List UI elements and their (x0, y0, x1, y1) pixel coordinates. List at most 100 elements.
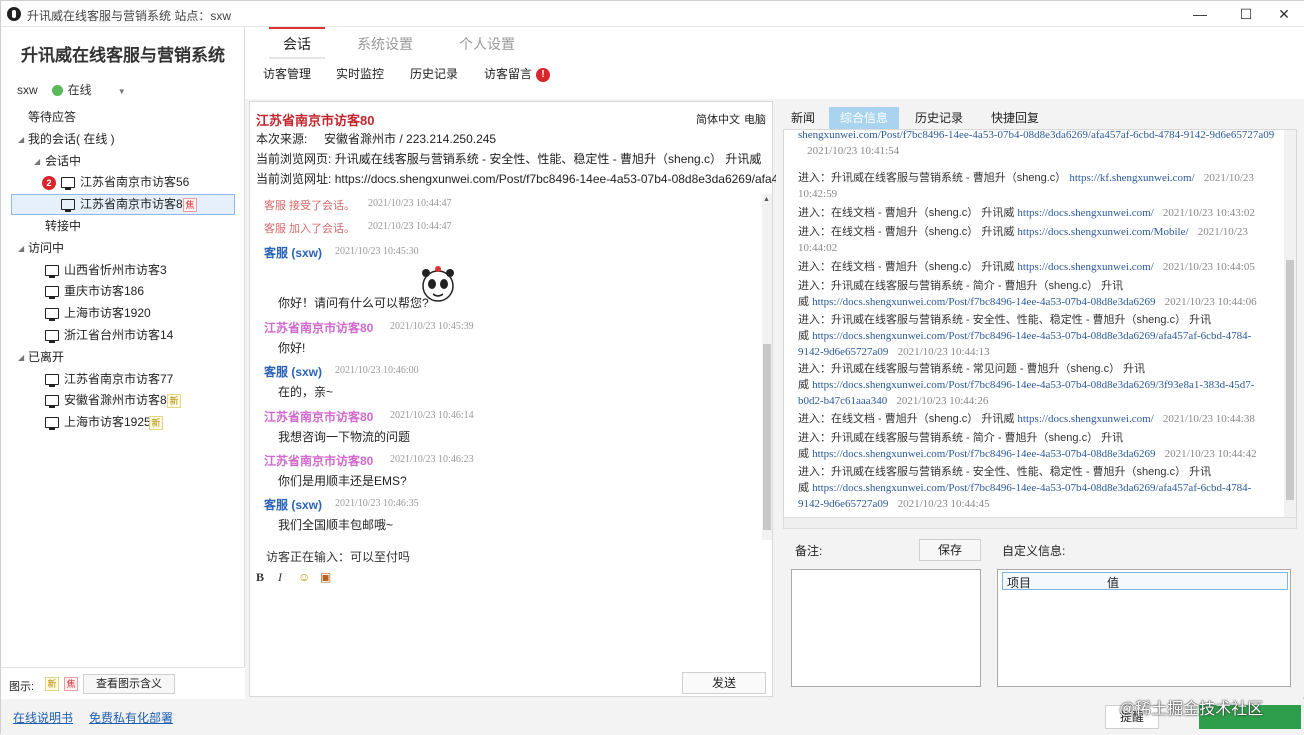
message-list[interactable]: 客服 接受了会话。 2021/10/23 10:44:47 客服 加入了会话。 … (250, 194, 772, 540)
new-tag: 新 (167, 394, 181, 409)
scroll-thumb[interactable] (763, 344, 771, 530)
left-item[interactable]: 上海市访客1925 新 (1, 412, 245, 434)
system-message: 客服 加入了会话。 (264, 223, 356, 235)
subtab-realtime-monitor[interactable]: 实时监控 (336, 65, 384, 82)
visitor-header: 江苏省南京市访客80 简体中文 电脑 本次来源: 安徽省滁州市 / 223.21… (250, 102, 776, 188)
minimize-button[interactable]: — (1185, 3, 1215, 25)
monitor-icon (45, 308, 59, 322)
visit-log[interactable]: shengxunwei.com/Post/f7bc8496-14ee-4a53-… (783, 129, 1297, 519)
log-text: 进入：在线文档 - 曹旭升（sheng.c） 升讯威 (798, 413, 1015, 425)
manual-link[interactable]: 在线说明书 (13, 709, 73, 726)
notes-textarea[interactable] (791, 569, 981, 687)
tree-node-in-session[interactable]: ◢ 会话中 (1, 151, 245, 173)
image-icon[interactable]: ▣ (320, 570, 331, 584)
log-url[interactable]: shengxunwei.com/Post/f7bc8496-14ee-4a53-… (798, 130, 1274, 141)
visitor-name: 江苏省南京市访客80 (256, 113, 375, 128)
chat-panel: 江苏省南京市访客80 简体中文 电脑 本次来源: 安徽省滁州市 / 223.21… (249, 101, 776, 697)
tab-history[interactable]: 历史记录 (907, 107, 971, 131)
collapse-icon[interactable]: ◢ (18, 238, 24, 260)
log-url[interactable]: https://docs.shengxunwei.com/Post/f7bc84… (798, 330, 1251, 358)
visitor-item[interactable]: 上海市访客1920 (1, 303, 245, 325)
log-text: 进入：升讯威在线客服与营销系统 - 曹旭升（sheng.c） (798, 172, 1067, 184)
tab-overview[interactable]: 综合信息 (829, 107, 899, 131)
chevron-down-icon[interactable]: ▼ (118, 87, 126, 96)
sidebar: 升讯威在线客服与营销系统 sxw 在线 ▼ 等待应答 ◢ 我的会话( 在线 ) ◢ 会话… (1, 27, 245, 699)
tab-personal-settings[interactable]: 个人设置 (457, 33, 517, 59)
tree-node-visiting[interactable]: ◢ 访问中 (1, 238, 245, 260)
message-time: 2021/10/23 10:46:00 (335, 365, 419, 376)
collapse-icon[interactable]: ◢ (34, 151, 40, 173)
tab-label: 会话 (283, 36, 311, 52)
scroll-thumb[interactable] (1286, 260, 1294, 500)
log-scrollbar[interactable] (1284, 130, 1296, 518)
scroll-up-icon[interactable]: ▲ (763, 196, 770, 203)
log-url[interactable]: https://docs.shengxunwei.com/Post/f7bc84… (812, 296, 1155, 308)
active-tab-indicator (269, 27, 325, 29)
session-item-selected[interactable]: 江苏省南京市访客80 焦 (1, 194, 245, 216)
device-label: 电脑 (744, 114, 766, 126)
log-url[interactable]: https://docs.shengxunwei.com/Post/f7bc84… (812, 448, 1155, 460)
subtab-visitor-management[interactable]: 访客管理 (263, 65, 311, 82)
close-button[interactable]: ✕ (1269, 3, 1299, 25)
tree-node-waiting[interactable]: 等待应答 (1, 107, 245, 129)
visitor-item[interactable]: 浙江省台州市访客14 (1, 325, 245, 347)
maximize-button[interactable]: ☐ (1231, 3, 1261, 25)
tab-quick-reply[interactable]: 快捷回复 (983, 107, 1047, 131)
tree-node-my-sessions[interactable]: ◢ 我的会话( 在线 ) (1, 129, 245, 151)
window-title: 升讯威在线客服与营销系统 站点：sxw (27, 9, 232, 23)
main-nav: 会话 系统设置 个人设置 访客管理 实时监控 历史记录 访客留言! (245, 27, 1304, 99)
message-time: 2021/10/23 10:45:39 (390, 321, 474, 332)
save-button[interactable]: 保存 (919, 539, 981, 561)
message-scrollbar[interactable]: ▲ (762, 194, 772, 540)
left-item[interactable]: 安徽省滁州市访客82 新 (1, 390, 245, 412)
log-url[interactable]: https://docs.shengxunwei.com/Post/f7bc84… (798, 482, 1251, 510)
log-horizontal-scrollbar[interactable] (783, 517, 1297, 529)
log-time: 2021/10/23 10:41:54 (807, 145, 900, 157)
log-url[interactable]: https://docs.shengxunwei.com/Post/f7bc84… (798, 379, 1254, 407)
monitor-icon (45, 264, 59, 278)
message-sender: 江苏省南京市访客80 (264, 321, 374, 335)
visitor-item[interactable]: 山西省忻州市访客3 (1, 260, 245, 282)
send-button[interactable]: 发送 (682, 672, 766, 694)
message-text: 你好! (278, 341, 306, 355)
collapse-icon[interactable]: ◢ (18, 347, 24, 369)
tab-news[interactable]: 新闻 (783, 107, 823, 131)
log-time: 2021/10/23 10:44:26 (896, 395, 989, 407)
tree-node-transferring[interactable]: 转接中 (1, 216, 245, 238)
unread-badge: 2 (42, 176, 56, 191)
log-text: 进入：在线文档 - 曹旭升（sheng.c） 升讯威 (798, 207, 1015, 219)
left-item[interactable]: 江苏省南京市访客77 (1, 369, 245, 391)
deploy-link[interactable]: 免费私有化部署 (89, 709, 173, 726)
tree-node-left[interactable]: ◢ 已离开 (1, 347, 245, 369)
session-item[interactable]: 2 江苏省南京市访客56 (1, 172, 245, 194)
log-url[interactable]: https://docs.shengxunwei.com/ (1017, 413, 1153, 425)
custom-info-table[interactable]: 项目 值 (997, 569, 1291, 687)
log-url[interactable]: https://kf.shengxunwei.com/ (1069, 172, 1194, 184)
log-entry: 进入：升讯威在线客服与营销系统 - 简介 - 曹旭升（sheng.c） 升讯威 … (798, 430, 1276, 462)
source-label: 本次来源: (256, 132, 308, 146)
message-time: 2021/10/23 10:46:35 (335, 498, 419, 509)
visitor-label: 浙江省台州市访客14 (64, 327, 174, 342)
visitor-item[interactable]: 重庆市访客186 (1, 281, 245, 303)
italic-button[interactable]: I (278, 570, 282, 585)
subtab-visitor-messages[interactable]: 访客留言! (484, 65, 551, 82)
tab-system-settings[interactable]: 系统设置 (355, 33, 415, 59)
log-url[interactable]: https://docs.shengxunwei.com/Mobile/ (1017, 226, 1188, 238)
subtab-history[interactable]: 历史记录 (410, 65, 458, 82)
log-url[interactable]: https://docs.shengxunwei.com/ (1017, 207, 1153, 219)
message-text: 你们是用顺丰还是EMS? (278, 474, 407, 488)
view-legend-button[interactable]: 查看图示含义 (83, 674, 175, 694)
bold-button[interactable]: B (256, 570, 264, 585)
message-text: 我们全国顺丰包邮哦~ (278, 518, 394, 532)
custom-info-label: 自定义信息: (1002, 544, 1066, 558)
emoji-icon[interactable]: ☺ (298, 570, 310, 584)
system-message: 客服 接受了会话。 (264, 200, 356, 212)
url-value[interactable]: https://docs.shengxunwei.com/Post/f7bc84… (335, 172, 776, 186)
log-url[interactable]: https://docs.shengxunwei.com/ (1017, 261, 1153, 273)
user-status[interactable]: sxw 在线 ▼ (17, 81, 126, 98)
page-label: 当前浏览网页: (256, 152, 332, 166)
collapse-icon[interactable]: ◢ (18, 129, 24, 151)
column-item: 项目 (1007, 576, 1032, 590)
tab-session[interactable]: 会话 (269, 27, 325, 59)
log-entry: 进入：升讯威在线客服与营销系统 - 常见问题 - 曹旭升（sheng.c） 升讯… (798, 361, 1276, 409)
